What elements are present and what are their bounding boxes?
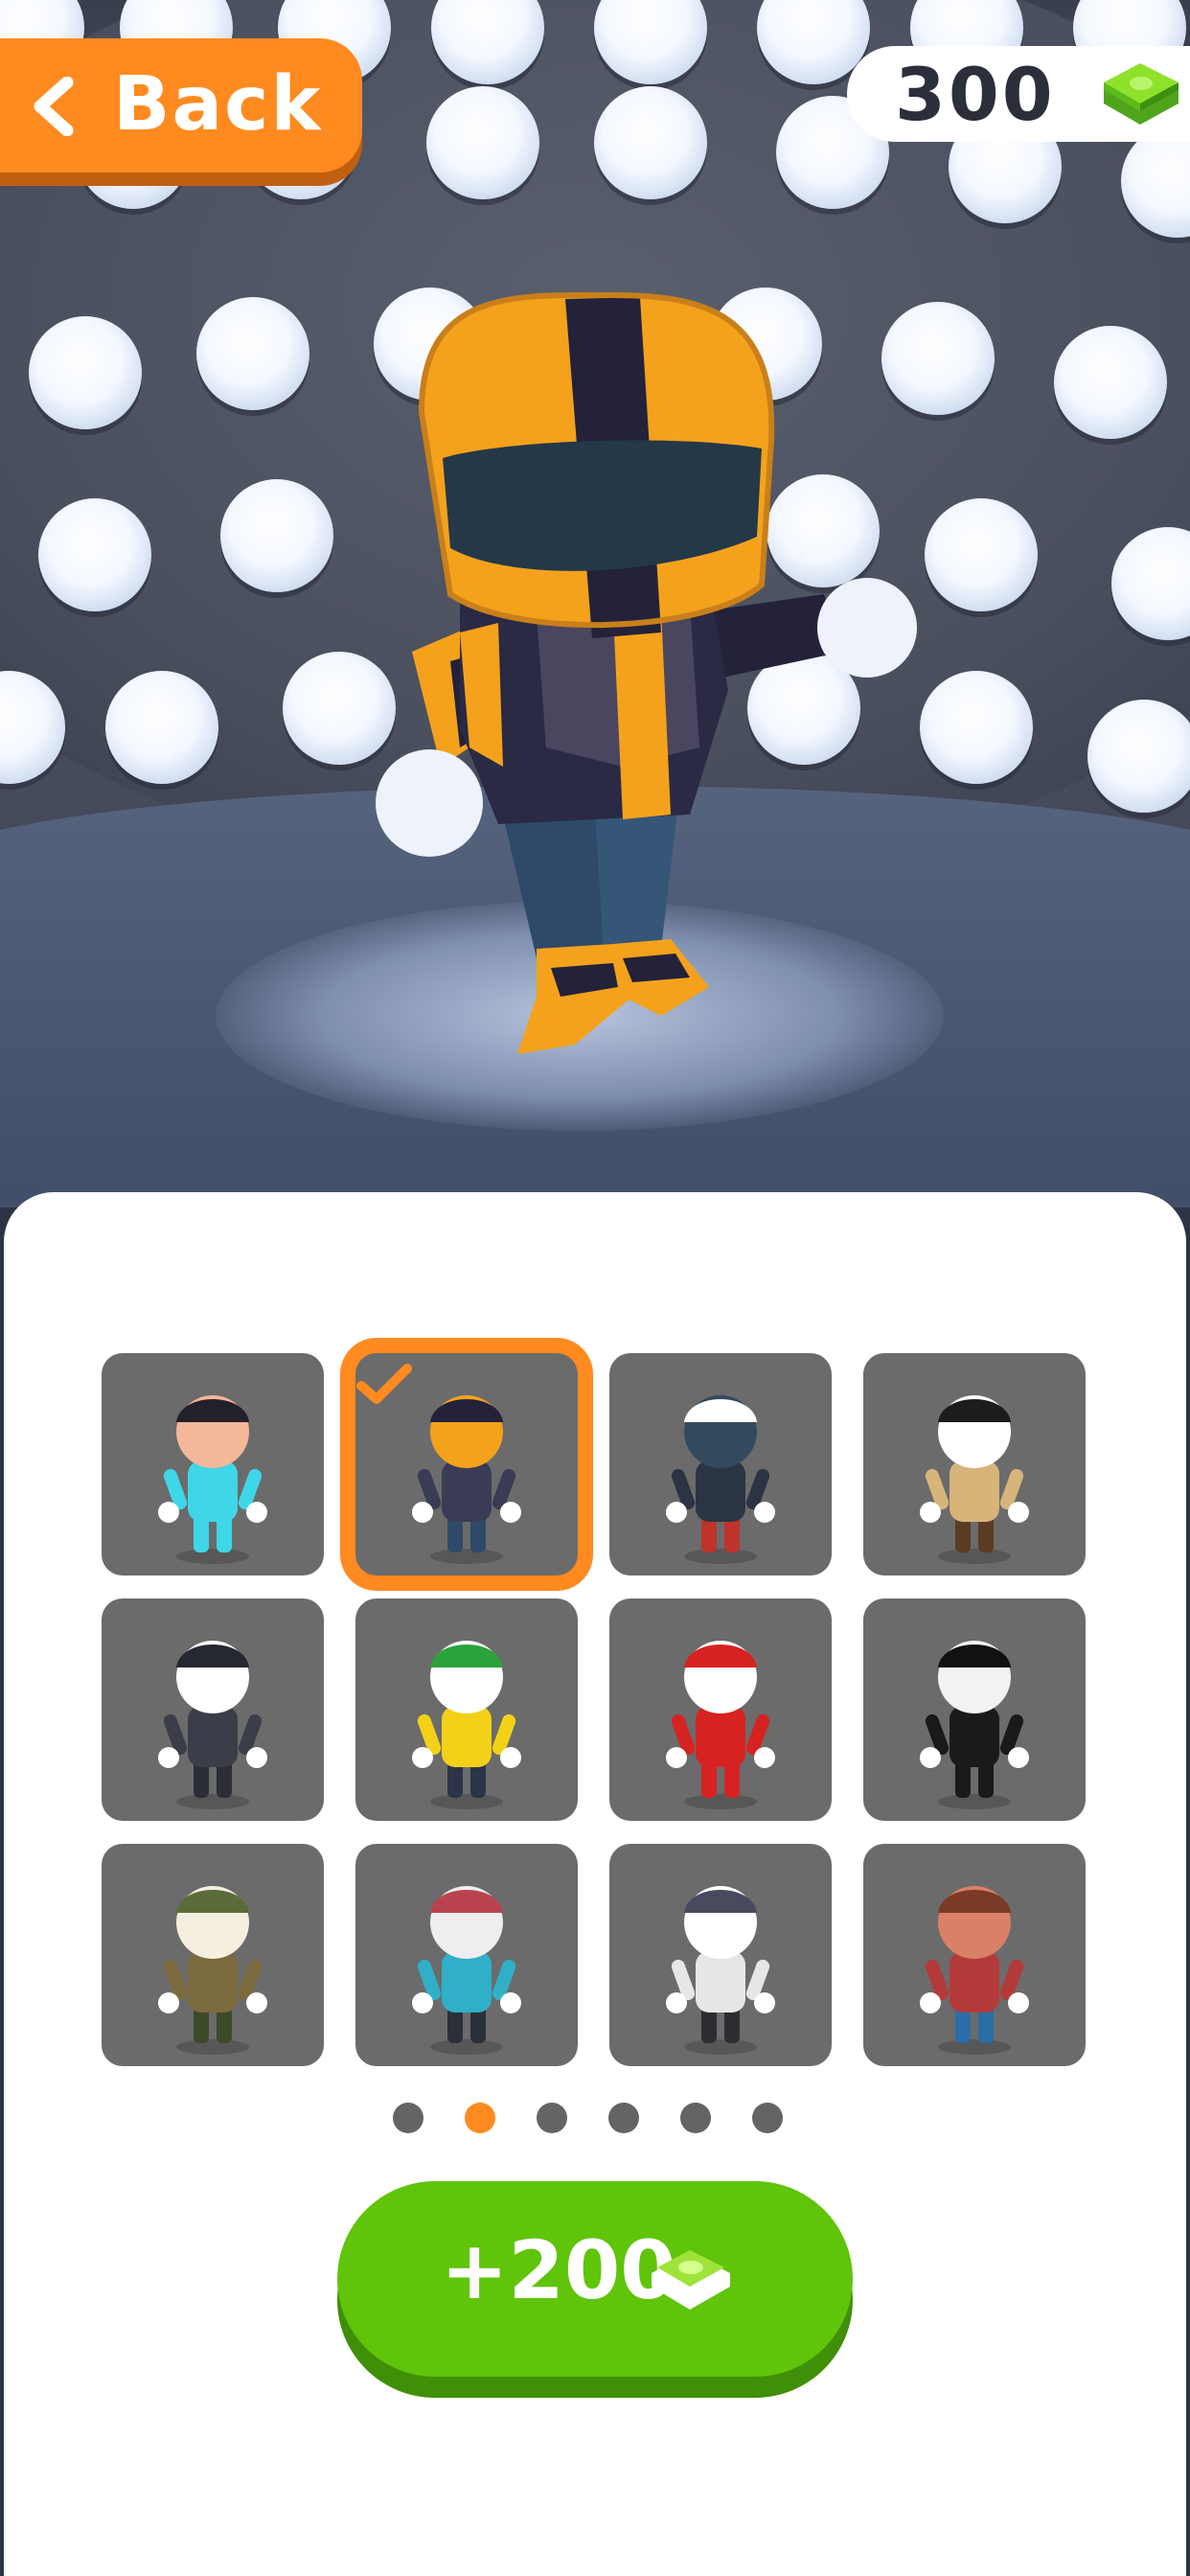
zombie-character-icon xyxy=(412,1886,521,2055)
skin-tile-ninja[interactable] xyxy=(609,1353,832,1576)
page-dot[interactable] xyxy=(537,2103,567,2133)
police-officer-character-icon xyxy=(158,1641,267,1809)
soldier-character-icon xyxy=(158,1886,267,2055)
page-dot[interactable] xyxy=(680,2103,711,2133)
cash-stack-icon xyxy=(652,2250,730,2310)
chevron-left-icon xyxy=(34,77,74,136)
coin-balance: 300 xyxy=(847,46,1190,142)
skin-tile-soldier[interactable] xyxy=(102,1844,324,2066)
skin-tile-pirate[interactable] xyxy=(863,1353,1086,1576)
skeleton-character-icon xyxy=(920,1641,1029,1809)
page-dot[interactable] xyxy=(752,2103,783,2133)
skin-tile-punk[interactable] xyxy=(355,1598,578,1821)
character-stage xyxy=(0,0,1190,1208)
punk-character-icon xyxy=(412,1641,521,1809)
skin-tile-burglar[interactable] xyxy=(609,1844,832,2066)
skin-tile-police-officer[interactable] xyxy=(102,1598,324,1821)
snowball-icon xyxy=(817,578,917,678)
back-button[interactable]: Back xyxy=(0,38,362,172)
girl-character-icon xyxy=(920,1886,1029,2055)
coin-amount: 300 xyxy=(895,52,1056,137)
page-dot[interactable] xyxy=(465,2103,495,2133)
character-preview[interactable] xyxy=(0,0,1190,1208)
page-dot[interactable] xyxy=(393,2103,423,2133)
reward-amount: +200 xyxy=(441,2223,676,2317)
genie-character-icon xyxy=(158,1395,267,1564)
page-dot[interactable] xyxy=(608,2103,639,2133)
santa-character-icon xyxy=(666,1641,775,1809)
skin-tile-genie[interactable] xyxy=(102,1353,324,1576)
back-label: Back xyxy=(113,61,323,148)
watch-ad-reward-button[interactable]: +200 xyxy=(337,2181,853,2377)
skin-tile-santa[interactable] xyxy=(609,1598,832,1821)
skin-tile-racer[interactable] xyxy=(355,1353,578,1576)
page-indicator xyxy=(393,2103,795,2135)
ninja-character-icon xyxy=(666,1395,775,1564)
skin-tile-skeleton[interactable] xyxy=(863,1598,1086,1821)
skin-tile-girl[interactable] xyxy=(863,1844,1086,2066)
cash-stack-icon xyxy=(1104,63,1179,125)
pirate-character-icon xyxy=(920,1395,1029,1564)
check-icon xyxy=(356,1364,412,1404)
burglar-character-icon xyxy=(666,1886,775,2055)
skin-tile-zombie[interactable] xyxy=(355,1844,578,2066)
